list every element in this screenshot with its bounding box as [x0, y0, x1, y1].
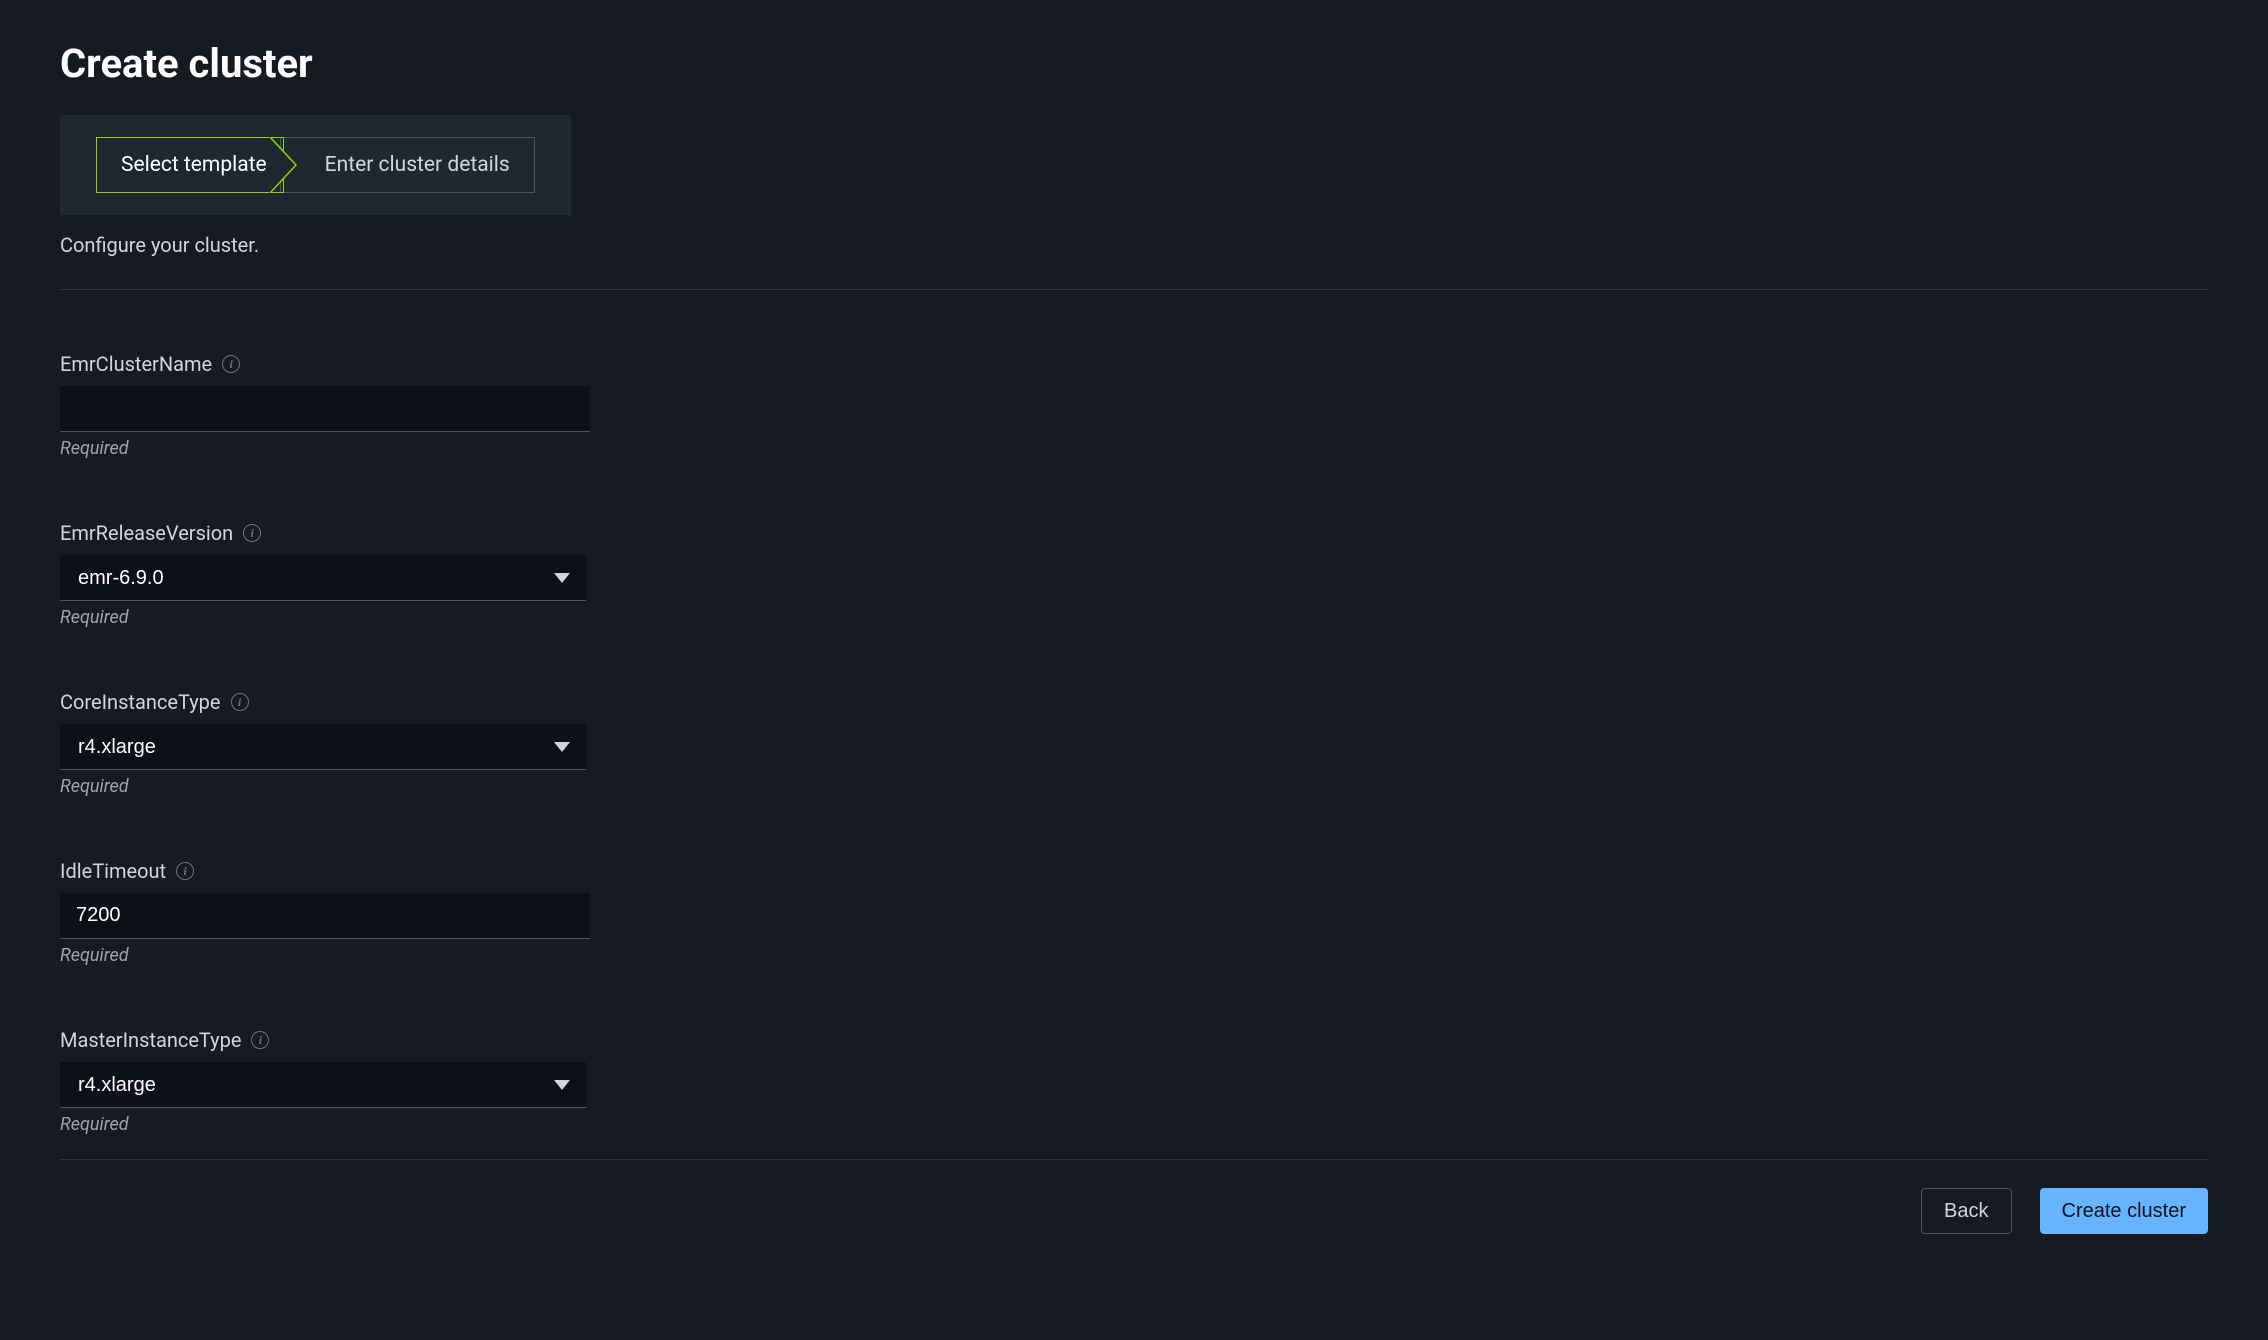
- label-text: MasterInstanceType: [60, 1028, 241, 1052]
- info-icon[interactable]: i: [243, 524, 261, 542]
- field-label: CoreInstanceType i: [60, 690, 2208, 714]
- divider: [60, 289, 2208, 290]
- helper-text: Required: [60, 1114, 2208, 1135]
- helper-text: Required: [60, 438, 2208, 459]
- select-wrapper: r4.xlarge: [60, 1062, 586, 1108]
- field-emr-release-version: EmrReleaseVersion i emr-6.9.0 Required: [60, 521, 2208, 628]
- label-text: EmrClusterName: [60, 352, 212, 376]
- helper-text: Required: [60, 945, 2208, 966]
- label-text: IdleTimeout: [60, 859, 166, 883]
- emr-cluster-name-input[interactable]: [60, 386, 590, 432]
- field-core-instance-type: CoreInstanceType i r4.xlarge Required: [60, 690, 2208, 797]
- divider: [60, 1159, 2208, 1160]
- chevron-right-icon: [268, 137, 298, 193]
- wizard-steps: Select template Enter cluster details: [60, 115, 571, 215]
- helper-text: Required: [60, 607, 2208, 628]
- field-label: EmrReleaseVersion i: [60, 521, 2208, 545]
- idle-timeout-input[interactable]: [60, 893, 590, 939]
- page-title: Create cluster: [60, 40, 2208, 87]
- field-label: EmrClusterName i: [60, 352, 2208, 376]
- info-icon[interactable]: i: [176, 862, 194, 880]
- field-label: MasterInstanceType i: [60, 1028, 2208, 1052]
- field-idle-timeout: IdleTimeout i Required: [60, 859, 2208, 966]
- wizard-step-label: Enter cluster details: [325, 153, 510, 177]
- back-button[interactable]: Back: [1921, 1188, 2011, 1234]
- master-instance-type-select[interactable]: r4.xlarge: [60, 1062, 586, 1108]
- page-subtitle: Configure your cluster.: [60, 233, 2208, 257]
- info-icon[interactable]: i: [251, 1031, 269, 1049]
- helper-text: Required: [60, 776, 2208, 797]
- create-cluster-button[interactable]: Create cluster: [2040, 1188, 2209, 1234]
- label-text: EmrReleaseVersion: [60, 521, 233, 545]
- core-instance-type-select[interactable]: r4.xlarge: [60, 724, 586, 770]
- emr-release-version-select[interactable]: emr-6.9.0: [60, 555, 586, 601]
- info-icon[interactable]: i: [231, 693, 249, 711]
- wizard-step-select-template[interactable]: Select template: [96, 137, 284, 193]
- footer: Back Create cluster: [60, 1188, 2208, 1234]
- label-text: CoreInstanceType: [60, 690, 221, 714]
- select-wrapper: emr-6.9.0: [60, 555, 586, 601]
- wizard-step-label: Select template: [121, 153, 267, 177]
- field-master-instance-type: MasterInstanceType i r4.xlarge Required: [60, 1028, 2208, 1135]
- wizard-step-enter-details[interactable]: Enter cluster details: [280, 137, 535, 193]
- field-emr-cluster-name: EmrClusterName i Required: [60, 352, 2208, 459]
- field-label: IdleTimeout i: [60, 859, 2208, 883]
- info-icon[interactable]: i: [222, 355, 240, 373]
- select-wrapper: r4.xlarge: [60, 724, 586, 770]
